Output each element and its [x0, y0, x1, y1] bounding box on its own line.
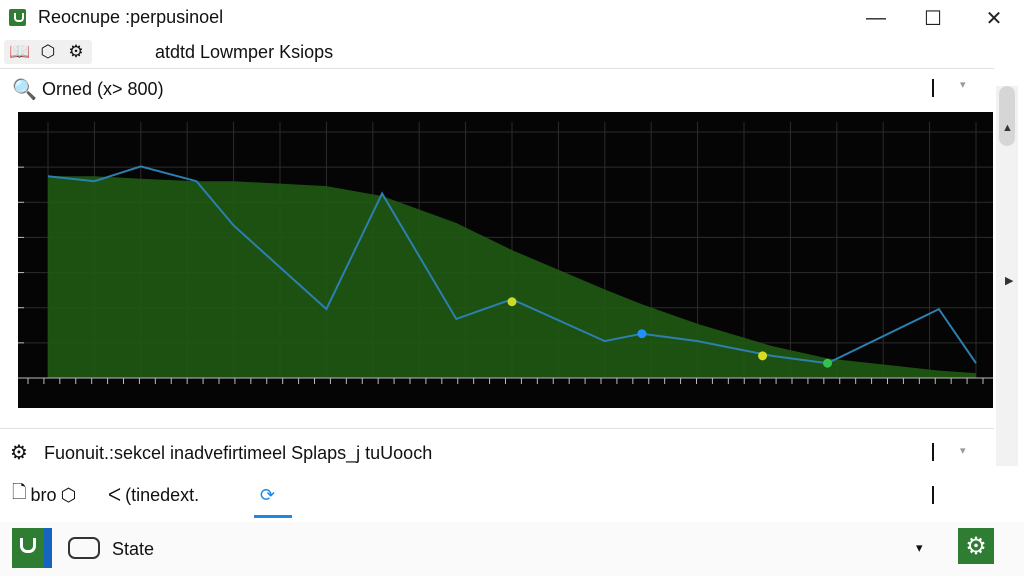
filter-dropdown-button[interactable]: ▾ [960, 78, 966, 91]
area-chart [18, 112, 993, 408]
cube-icon[interactable]: ⬡ [36, 40, 60, 64]
toolbar-label: atdtd Lowmper Ksiops [155, 42, 334, 62]
tab-text[interactable]: ᐸ (tinedext. [108, 482, 199, 508]
status-bar: State ▾ ⚙ [0, 522, 1024, 576]
divider [0, 428, 994, 429]
chart-canvas [18, 122, 993, 384]
scrollbar-thumb[interactable] [999, 86, 1015, 146]
settings-face-icon[interactable]: ⚙ [64, 40, 88, 64]
fields-section: ⚙ Fuonuit.:sekcel inadvefirtimeel Splaps… [0, 437, 994, 469]
data-point-marker [637, 329, 647, 339]
section-dropdown-button[interactable]: ▾ [960, 444, 966, 457]
tab-bar: 🗋 bro ⬡ ᐸ (tinedext. ⟳ [0, 478, 994, 518]
data-point-marker [507, 297, 517, 307]
cube-icon: ⬡ [60, 484, 77, 505]
tab-document[interactable]: 🗋 bro ⬡ [12, 482, 76, 508]
data-point-marker [758, 351, 768, 361]
data-point-marker [823, 358, 833, 368]
gear-icon[interactable]: ⚙ [958, 528, 994, 564]
book-icon[interactable]: 📖 [8, 40, 32, 64]
chevron-left-icon: ᐸ [108, 484, 122, 505]
scroll-up-icon[interactable]: ▲ [1002, 122, 1013, 134]
text-caret [932, 79, 934, 97]
app-logo-icon [12, 528, 52, 568]
minimize-button[interactable]: — [848, 0, 904, 36]
puzzle-icon: ⚙ [10, 442, 28, 464]
divider [0, 68, 994, 69]
status-label: State [112, 539, 155, 559]
chevron-down-icon[interactable]: ▾ [916, 540, 923, 556]
sync-icon: ⟳ [260, 484, 276, 505]
tab-sync[interactable]: ⟳ [260, 482, 275, 508]
search-icon: 🔍 [12, 79, 37, 101]
text-caret [932, 443, 934, 461]
rounded-rect-icon [68, 537, 100, 559]
scrollbar[interactable]: ▲ ▶ [996, 86, 1018, 466]
document-icon: 🗋 [12, 482, 27, 502]
section-text: Fuonuit.:sekcel inadvefirtimeel Splaps_j… [44, 443, 433, 463]
active-tab-indicator [254, 515, 292, 518]
filter-input[interactable]: Orned (x> 800) [42, 79, 164, 100]
app-shield-icon [9, 9, 26, 26]
window-title: Reocnupe :perpusinoel [38, 7, 224, 27]
tab-label: bro [30, 484, 57, 505]
tab-label: (tinedext. [125, 484, 200, 505]
text-caret [932, 486, 934, 504]
title-bar: Reocnupe :perpusinoel — ☐ ✕ [0, 0, 1024, 36]
toolbar: 📖 ⬡ ⚙ atdtd Lowmper Ksiops [0, 38, 1024, 68]
toolbar-icon-group: 📖 ⬡ ⚙ [4, 40, 92, 64]
filter-bar: 🔍 Orned (x> 800) ▾ [0, 75, 994, 105]
close-button[interactable]: ✕ [966, 0, 1022, 36]
maximize-button[interactable]: ☐ [905, 0, 961, 36]
scroll-right-icon[interactable]: ▶ [1005, 274, 1013, 287]
